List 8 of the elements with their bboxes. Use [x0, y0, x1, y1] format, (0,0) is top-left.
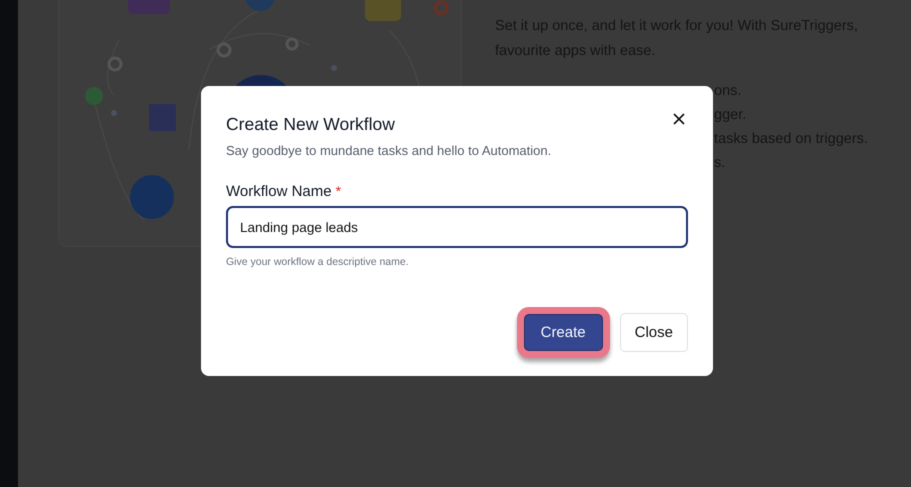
- close-button[interactable]: Close: [620, 313, 688, 352]
- field-label: Workflow Name: [226, 183, 332, 200]
- help-text: Give your workflow a descriptive name.: [226, 256, 410, 268]
- dialog-title: Create New Workflow: [226, 114, 395, 135]
- required-mark: *: [336, 183, 342, 199]
- workflow-name-input[interactable]: Landing page leads: [226, 206, 688, 248]
- dialog-subtitle: Say goodbye to mundane tasks and hello to Automation.: [226, 143, 552, 158]
- close-icon[interactable]: [672, 112, 686, 126]
